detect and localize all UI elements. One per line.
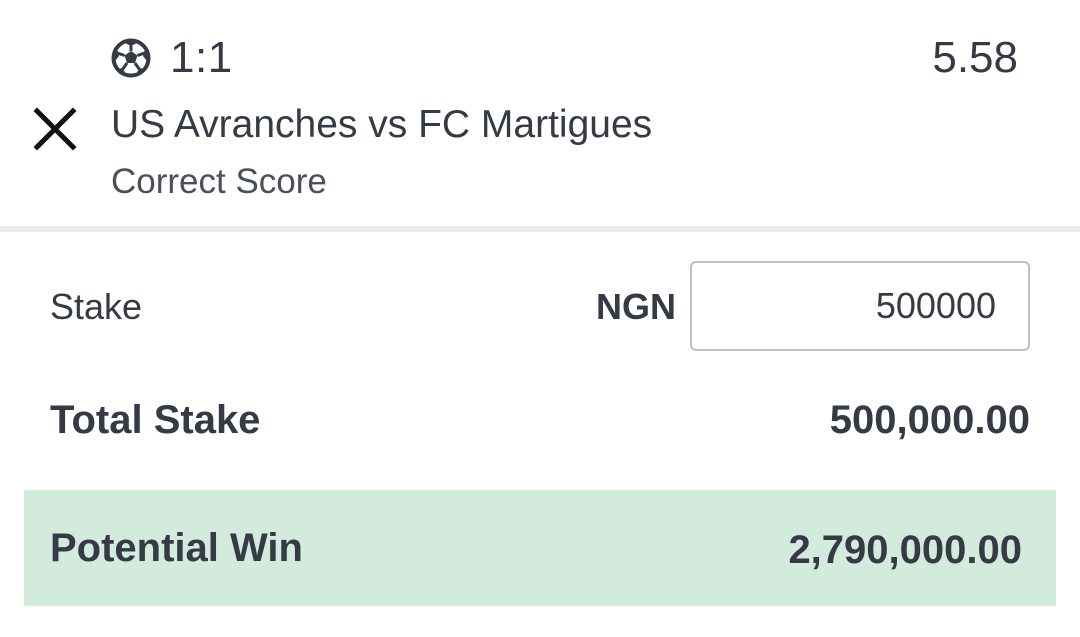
potential-win-panel: Potential Win 2,790,000.00 bbox=[24, 490, 1056, 606]
remove-selection-button[interactable] bbox=[30, 104, 80, 154]
bet-selection-card: 1:1 5.58 US Avranches vs FC Martigues Co… bbox=[0, 0, 1080, 226]
section-divider bbox=[0, 226, 1080, 232]
close-icon bbox=[33, 107, 77, 151]
market-name: Correct Score bbox=[111, 162, 327, 201]
currency-label: NGN bbox=[596, 286, 676, 327]
total-stake-value: 500,000.00 bbox=[829, 398, 1030, 442]
selection-row: 1:1 bbox=[110, 30, 233, 86]
stake-label: Stake bbox=[50, 286, 143, 327]
total-stake-label: Total Stake bbox=[50, 398, 261, 442]
potential-win-label: Potential Win bbox=[50, 526, 303, 570]
selection-odds: 5.58 bbox=[932, 33, 1018, 82]
soccer-ball-icon bbox=[110, 37, 152, 79]
selection-score: 1:1 bbox=[170, 33, 233, 82]
stake-input[interactable] bbox=[690, 261, 1030, 351]
potential-win-value: 2,790,000.00 bbox=[788, 528, 1022, 572]
match-name: US Avranches vs FC Martigues bbox=[111, 103, 653, 146]
